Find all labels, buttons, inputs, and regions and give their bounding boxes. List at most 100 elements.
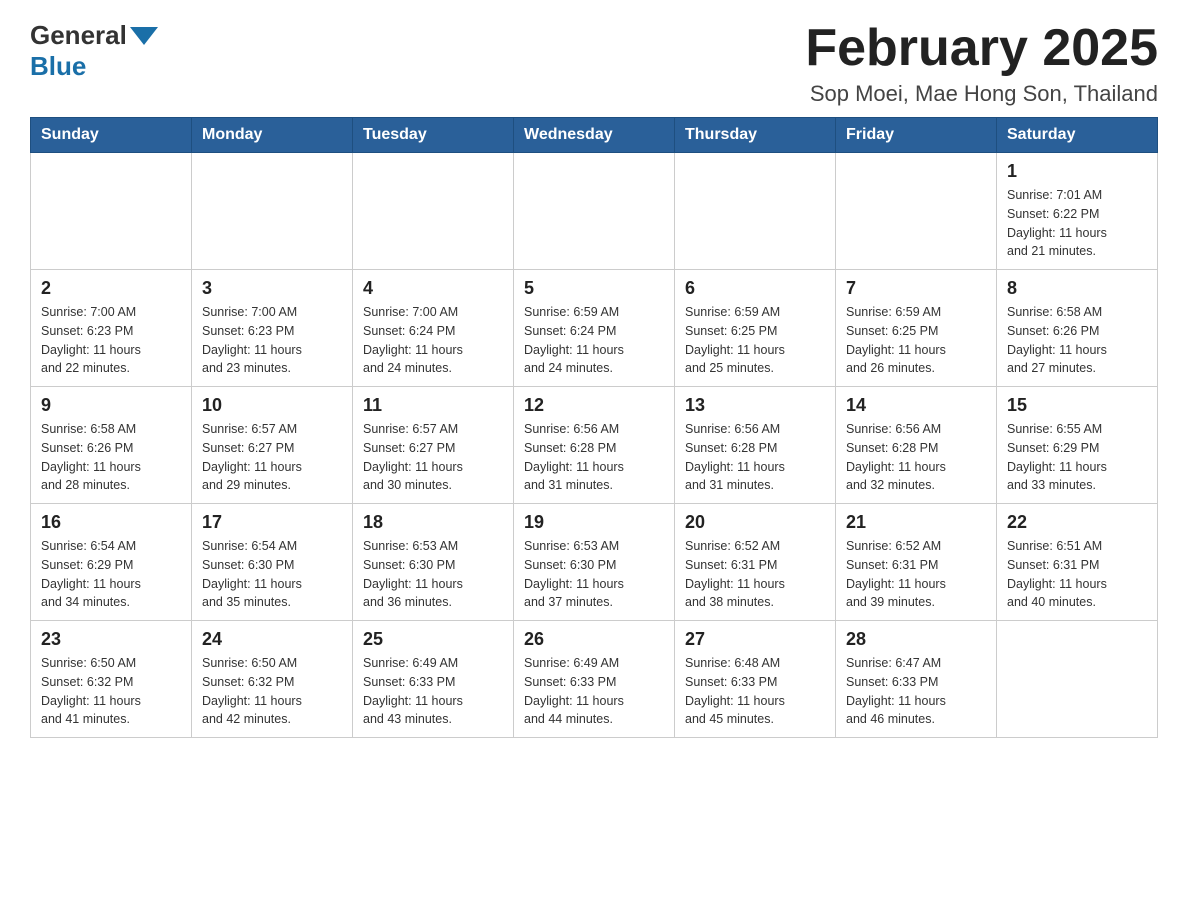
logo-general-text: General: [30, 20, 127, 51]
day-number: 11: [363, 395, 503, 416]
day-info: Sunrise: 6:54 AMSunset: 6:30 PMDaylight:…: [202, 537, 342, 612]
day-number: 10: [202, 395, 342, 416]
calendar-cell: 8 Sunrise: 6:58 AMSunset: 6:26 PMDaylight…: [997, 270, 1158, 387]
day-number: 20: [685, 512, 825, 533]
day-info: Sunrise: 6:56 AMSunset: 6:28 PMDaylight:…: [685, 420, 825, 495]
day-number: 13: [685, 395, 825, 416]
day-number: 8: [1007, 278, 1147, 299]
day-info: Sunrise: 6:59 AMSunset: 6:24 PMDaylight:…: [524, 303, 664, 378]
day-info: Sunrise: 6:55 AMSunset: 6:29 PMDaylight:…: [1007, 420, 1147, 495]
day-info: Sunrise: 7:00 AMSunset: 6:23 PMDaylight:…: [202, 303, 342, 378]
day-info: Sunrise: 6:58 AMSunset: 6:26 PMDaylight:…: [1007, 303, 1147, 378]
day-number: 14: [846, 395, 986, 416]
day-number: 24: [202, 629, 342, 650]
day-number: 18: [363, 512, 503, 533]
calendar-cell: 3 Sunrise: 7:00 AMSunset: 6:23 PMDaylight…: [192, 270, 353, 387]
calendar-table: Sunday Monday Tuesday Wednesday Thursday…: [30, 117, 1158, 738]
calendar-cell: 19 Sunrise: 6:53 AMSunset: 6:30 PMDayligh…: [514, 504, 675, 621]
logo: General Blue: [30, 20, 161, 82]
header-wednesday: Wednesday: [514, 118, 675, 153]
day-info: Sunrise: 6:48 AMSunset: 6:33 PMDaylight:…: [685, 654, 825, 729]
calendar-cell: 17 Sunrise: 6:54 AMSunset: 6:30 PMDayligh…: [192, 504, 353, 621]
day-info: Sunrise: 6:57 AMSunset: 6:27 PMDaylight:…: [202, 420, 342, 495]
day-number: 23: [41, 629, 181, 650]
calendar-cell: [997, 621, 1158, 738]
calendar-cell: 13 Sunrise: 6:56 AMSunset: 6:28 PMDayligh…: [675, 387, 836, 504]
location-subtitle: Sop Moei, Mae Hong Son, Thailand: [805, 81, 1158, 107]
day-number: 2: [41, 278, 181, 299]
calendar-cell: 20 Sunrise: 6:52 AMSunset: 6:31 PMDayligh…: [675, 504, 836, 621]
calendar-cell: 2 Sunrise: 7:00 AMSunset: 6:23 PMDaylight…: [31, 270, 192, 387]
calendar-cell: [836, 153, 997, 270]
calendar-cell: 7 Sunrise: 6:59 AMSunset: 6:25 PMDaylight…: [836, 270, 997, 387]
header-friday: Friday: [836, 118, 997, 153]
day-info: Sunrise: 6:56 AMSunset: 6:28 PMDaylight:…: [846, 420, 986, 495]
logo-blue-text: Blue: [30, 51, 86, 81]
header-sunday: Sunday: [31, 118, 192, 153]
day-number: 26: [524, 629, 664, 650]
calendar-cell: 6 Sunrise: 6:59 AMSunset: 6:25 PMDaylight…: [675, 270, 836, 387]
day-info: Sunrise: 6:54 AMSunset: 6:29 PMDaylight:…: [41, 537, 181, 612]
calendar-cell: [31, 153, 192, 270]
calendar-cell: [353, 153, 514, 270]
day-info: Sunrise: 6:59 AMSunset: 6:25 PMDaylight:…: [685, 303, 825, 378]
day-info: Sunrise: 6:52 AMSunset: 6:31 PMDaylight:…: [685, 537, 825, 612]
day-info: Sunrise: 6:53 AMSunset: 6:30 PMDaylight:…: [524, 537, 664, 612]
calendar-cell: [192, 153, 353, 270]
day-number: 27: [685, 629, 825, 650]
day-number: 7: [846, 278, 986, 299]
calendar-cell: 5Sunrise: 6:59 AMSunset: 6:24 PMDaylight…: [514, 270, 675, 387]
day-info: Sunrise: 6:50 AMSunset: 6:32 PMDaylight:…: [202, 654, 342, 729]
day-number: 19: [524, 512, 664, 533]
calendar-cell: 1Sunrise: 7:01 AMSunset: 6:22 PMDaylight…: [997, 153, 1158, 270]
page-header: General Blue February 2025 Sop Moei, Mae…: [30, 20, 1158, 107]
day-info: Sunrise: 6:47 AMSunset: 6:33 PMDaylight:…: [846, 654, 986, 729]
day-number: 12: [524, 395, 664, 416]
day-number: 17: [202, 512, 342, 533]
calendar-cell: 26 Sunrise: 6:49 AMSunset: 6:33 PMDayligh…: [514, 621, 675, 738]
calendar-cell: 18 Sunrise: 6:53 AMSunset: 6:30 PMDayligh…: [353, 504, 514, 621]
calendar-cell: 23 Sunrise: 6:50 AMSunset: 6:32 PMDayligh…: [31, 621, 192, 738]
day-number: 3: [202, 278, 342, 299]
header-saturday: Saturday: [997, 118, 1158, 153]
week-row-2: 2 Sunrise: 7:00 AMSunset: 6:23 PMDaylight…: [31, 270, 1158, 387]
calendar-cell: 12 Sunrise: 6:56 AMSunset: 6:28 PMDayligh…: [514, 387, 675, 504]
day-number: 25: [363, 629, 503, 650]
day-number: 9: [41, 395, 181, 416]
day-info: Sunrise: 6:49 AMSunset: 6:33 PMDaylight:…: [363, 654, 503, 729]
week-row-1: 1Sunrise: 7:01 AMSunset: 6:22 PMDaylight…: [31, 153, 1158, 270]
day-info: Sunrise: 6:51 AMSunset: 6:31 PMDaylight:…: [1007, 537, 1147, 612]
day-info: Sunrise: 7:00 AMSunset: 6:24 PMDaylight:…: [363, 303, 503, 378]
week-row-5: 23 Sunrise: 6:50 AMSunset: 6:32 PMDayligh…: [31, 621, 1158, 738]
logo-triangle-icon: [130, 27, 158, 45]
calendar-body: 1Sunrise: 7:01 AMSunset: 6:22 PMDaylight…: [31, 153, 1158, 738]
calendar-cell: 27 Sunrise: 6:48 AMSunset: 6:33 PMDayligh…: [675, 621, 836, 738]
day-info: Sunrise: 6:59 AMSunset: 6:25 PMDaylight:…: [846, 303, 986, 378]
title-area: February 2025 Sop Moei, Mae Hong Son, Th…: [805, 20, 1158, 107]
calendar-cell: 24 Sunrise: 6:50 AMSunset: 6:32 PMDayligh…: [192, 621, 353, 738]
day-number: 1: [1007, 161, 1147, 182]
calendar-cell: [675, 153, 836, 270]
header-monday: Monday: [192, 118, 353, 153]
day-info: Sunrise: 6:56 AMSunset: 6:28 PMDaylight:…: [524, 420, 664, 495]
calendar-cell: 15 Sunrise: 6:55 AMSunset: 6:29 PMDayligh…: [997, 387, 1158, 504]
day-info: Sunrise: 6:58 AMSunset: 6:26 PMDaylight:…: [41, 420, 181, 495]
calendar-cell: 10 Sunrise: 6:57 AMSunset: 6:27 PMDayligh…: [192, 387, 353, 504]
calendar-cell: 25 Sunrise: 6:49 AMSunset: 6:33 PMDayligh…: [353, 621, 514, 738]
day-number: 15: [1007, 395, 1147, 416]
day-info: Sunrise: 6:52 AMSunset: 6:31 PMDaylight:…: [846, 537, 986, 612]
calendar-cell: 11 Sunrise: 6:57 AMSunset: 6:27 PMDayligh…: [353, 387, 514, 504]
calendar-cell: 21Sunrise: 6:52 AMSunset: 6:31 PMDayligh…: [836, 504, 997, 621]
month-title: February 2025: [805, 20, 1158, 77]
header-thursday: Thursday: [675, 118, 836, 153]
day-info: Sunrise: 6:50 AMSunset: 6:32 PMDaylight:…: [41, 654, 181, 729]
calendar-cell: 28Sunrise: 6:47 AMSunset: 6:33 PMDayligh…: [836, 621, 997, 738]
day-info: Sunrise: 6:57 AMSunset: 6:27 PMDaylight:…: [363, 420, 503, 495]
calendar-cell: 22Sunrise: 6:51 AMSunset: 6:31 PMDayligh…: [997, 504, 1158, 621]
weekday-header-row: Sunday Monday Tuesday Wednesday Thursday…: [31, 118, 1158, 153]
day-info: Sunrise: 6:49 AMSunset: 6:33 PMDaylight:…: [524, 654, 664, 729]
day-info: Sunrise: 7:00 AMSunset: 6:23 PMDaylight:…: [41, 303, 181, 378]
calendar-cell: 16Sunrise: 6:54 AMSunset: 6:29 PMDayligh…: [31, 504, 192, 621]
day-info: Sunrise: 6:53 AMSunset: 6:30 PMDaylight:…: [363, 537, 503, 612]
day-number: 6: [685, 278, 825, 299]
